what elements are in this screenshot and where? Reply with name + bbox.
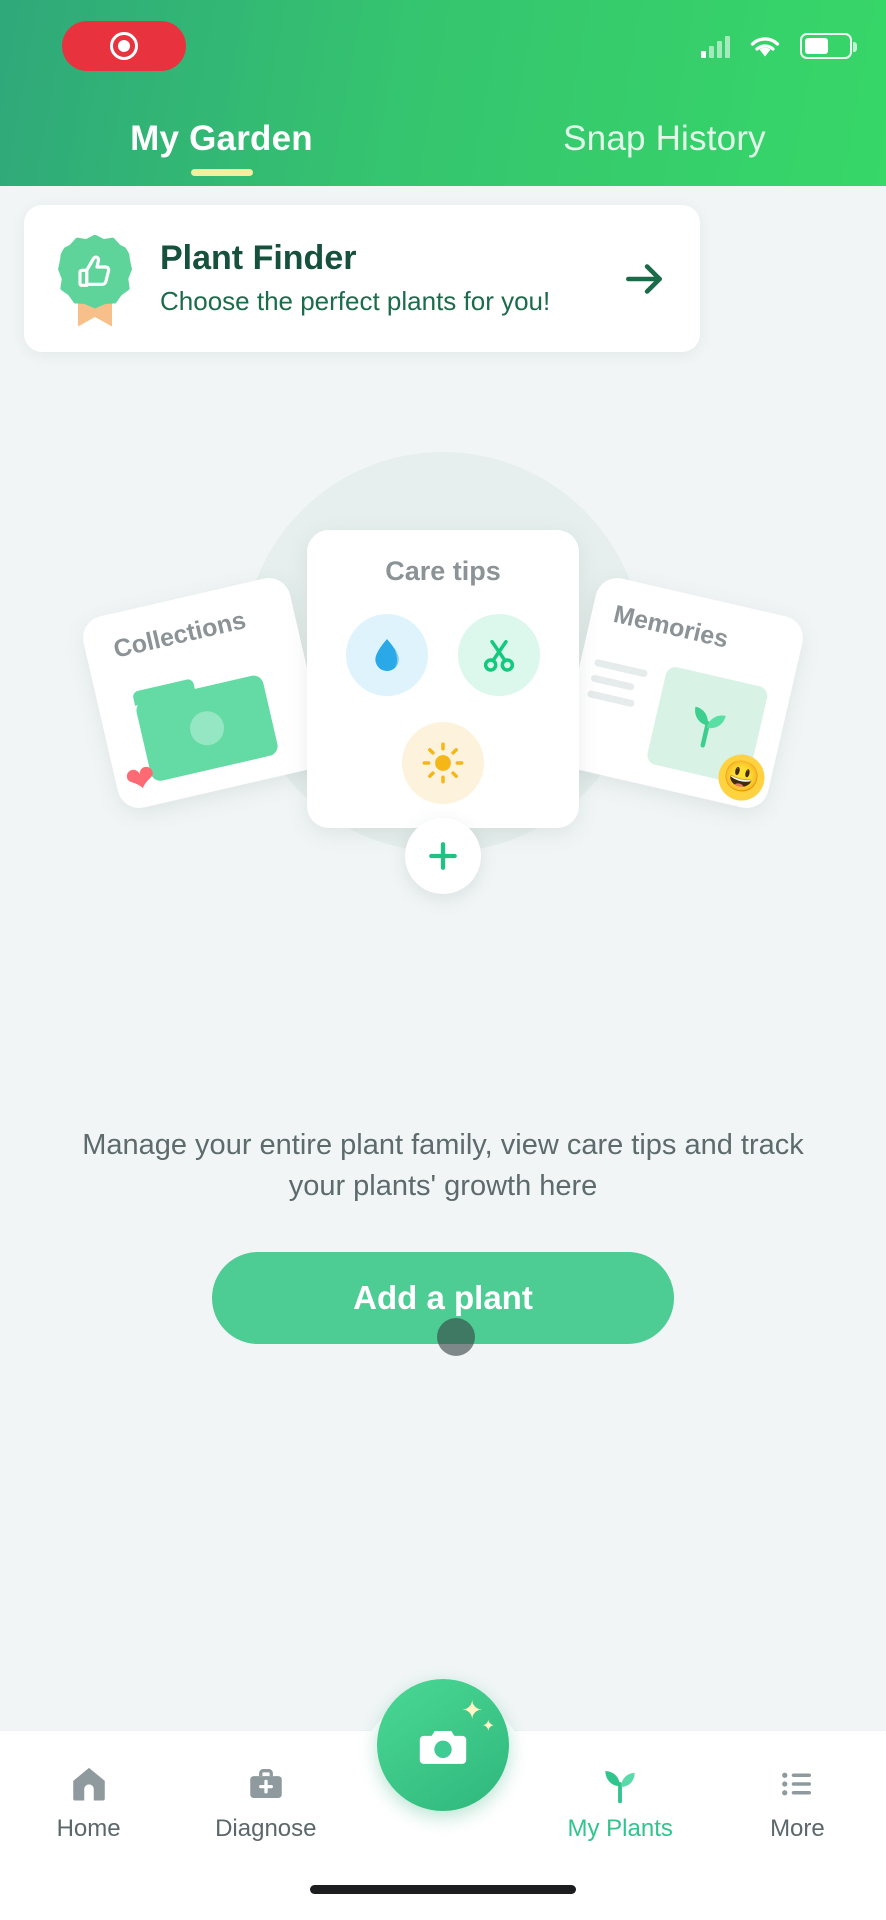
seedling-icon (186, 707, 228, 749)
scissors-glyph (483, 639, 515, 672)
nav-item-home[interactable]: Home (0, 1743, 177, 1843)
plant-finder-subtitle: Choose the perfect plants for you! (160, 285, 551, 316)
sun-glyph (422, 742, 464, 784)
home-icon (67, 1761, 111, 1807)
status-icons (701, 33, 857, 59)
record-dot (118, 40, 130, 52)
plant-finder-text: Plant Finder Choose the perfect plants f… (160, 239, 620, 316)
sparkle-small-icon: ✦ (481, 1718, 495, 1735)
water-drop-icon (346, 614, 428, 696)
briefcase-icon (245, 1761, 287, 1807)
add-plant-plus-button[interactable] (405, 818, 481, 894)
plus-icon (429, 842, 457, 870)
leaf-icon (598, 1761, 642, 1807)
arrow-right-icon[interactable] (620, 254, 670, 304)
text-lines-icon (585, 658, 649, 718)
list-icon (776, 1761, 818, 1807)
touch-indicator (437, 1318, 475, 1356)
list-glyph (782, 1772, 812, 1796)
briefcase-glyph (250, 1769, 282, 1798)
tab-active-underline (190, 169, 253, 176)
tab-my-garden[interactable]: My Garden (0, 119, 443, 176)
tab-snap-history[interactable]: Snap History (443, 119, 886, 159)
camera-capture-button[interactable]: ✦ ✦ (377, 1679, 509, 1811)
cellular-signal-icon (701, 34, 730, 58)
badge-rosette (58, 234, 132, 309)
collections-label: Collections (110, 606, 249, 664)
empty-state-illustration: Collections ❤ Memories 😃 Care tips (0, 430, 886, 930)
tab-my-garden-label: My Garden (130, 119, 313, 158)
care-tips-card: Care tips (307, 530, 579, 828)
memories-label: Memories (610, 600, 731, 654)
heart-icon: ❤ (121, 755, 161, 803)
bottom-navigation: Home Diagnose My Plants More ✦ ✦ (0, 1679, 886, 1920)
record-icon (110, 32, 138, 60)
battery-icon (800, 33, 857, 59)
sun-icon (402, 722, 484, 804)
nav-label-home: Home (56, 1815, 121, 1842)
plant-finder-card[interactable]: Plant Finder Choose the perfect plants f… (24, 205, 700, 352)
status-bar (0, 0, 886, 92)
scissors-icon (458, 614, 540, 696)
leaf-glyph (605, 1771, 635, 1804)
tab-snap-history-label: Snap History (563, 119, 766, 158)
empty-state-description: Manage your entire plant family, view ca… (82, 1129, 804, 1203)
thumbs-up-glyph (78, 255, 111, 287)
wifi-icon (750, 37, 780, 57)
nav-label-diagnose: Diagnose (215, 1815, 317, 1842)
sparkle-large-icon: ✦ (461, 1695, 483, 1725)
home-indicator (310, 1885, 576, 1894)
thumbs-up-badge-icon (54, 231, 136, 327)
nav-item-diagnose[interactable]: Diagnose (177, 1743, 354, 1843)
nav-label-more: More (770, 1815, 825, 1842)
plant-leaf-icon (695, 706, 726, 748)
care-tips-label: Care tips (385, 556, 501, 586)
nav-label-my-plants: My Plants (567, 1815, 673, 1842)
home-glyph (72, 1767, 105, 1801)
water-drop-glyph (375, 639, 399, 671)
app-header: My Garden Snap History (0, 0, 886, 186)
header-tabs: My Garden Snap History (0, 92, 886, 186)
care-icon-group (307, 614, 579, 804)
nav-item-my-plants[interactable]: My Plants (532, 1743, 709, 1843)
plant-finder-title: Plant Finder (160, 239, 357, 278)
nav-item-more[interactable]: More (709, 1743, 886, 1843)
record-pill[interactable] (62, 21, 186, 71)
add-a-plant-label: Add a plant (353, 1279, 533, 1316)
battery-level (805, 38, 829, 54)
